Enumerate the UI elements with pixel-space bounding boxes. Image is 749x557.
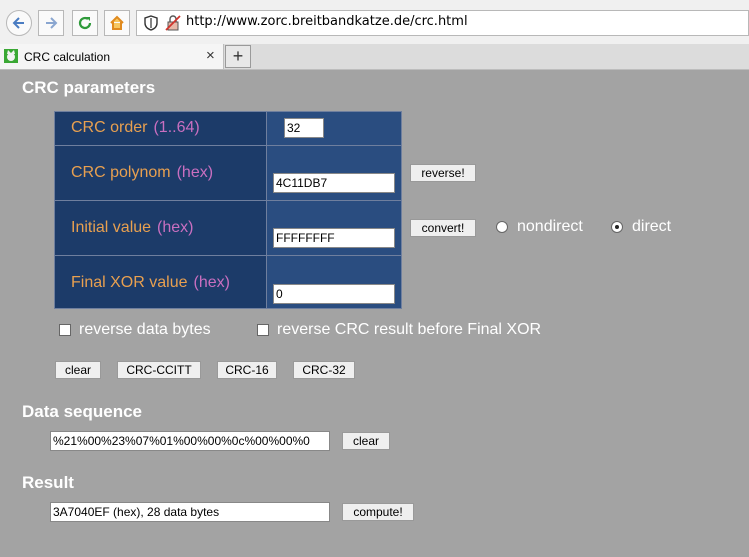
insecure-lock-icon[interactable] — [165, 15, 181, 31]
preset-crc-32-button[interactable]: CRC-32 — [293, 361, 355, 379]
crc-polynom-input[interactable] — [273, 173, 395, 193]
final-xor-label: Final XOR value — [71, 274, 188, 291]
reverse-data-bytes-label: reverse data bytes — [79, 321, 211, 338]
tab-crc-calculation[interactable]: CRC calculation × — [0, 44, 224, 69]
nondirect-radio[interactable] — [496, 221, 508, 233]
home-icon — [110, 15, 124, 30]
browser-toolbar: http://www.zorc.breitbandkatze.de/crc.ht… — [0, 0, 749, 45]
initial-value-input[interactable] — [273, 228, 395, 248]
forward-arrow-icon — [46, 17, 58, 29]
home-button[interactable] — [104, 10, 130, 36]
cat-favicon-icon — [4, 49, 18, 63]
tab-title: CRC calculation — [24, 50, 111, 64]
crc-order-input[interactable] — [284, 118, 324, 138]
reverse-data-bytes-checkbox[interactable] — [59, 324, 71, 336]
data-sequence-heading: Data sequence — [22, 402, 142, 421]
final-xor-unit: (hex) — [193, 274, 230, 291]
result-output[interactable] — [50, 502, 330, 522]
reverse-crc-result-checkbox[interactable] — [257, 324, 269, 336]
back-button[interactable] — [6, 10, 32, 36]
reload-button[interactable] — [72, 10, 98, 36]
reload-icon — [78, 16, 92, 30]
compute-button[interactable]: compute! — [342, 503, 414, 521]
final-xor-input[interactable] — [273, 284, 395, 304]
tab-close-icon[interactable]: × — [206, 47, 215, 64]
crc-polynom-label: CRC polynom — [71, 164, 171, 181]
crc-parameters-table: CRC order (1..64) CRC polynom (hex) Initia… — [54, 111, 402, 309]
convert-button[interactable]: convert! — [410, 219, 476, 237]
crc-order-unit: (1..64) — [153, 119, 200, 136]
preset-clear-button[interactable]: clear — [55, 361, 101, 379]
reverse-button[interactable]: reverse! — [410, 164, 476, 182]
crc-parameters-heading: CRC parameters — [22, 78, 156, 97]
initial-value-unit: (hex) — [157, 219, 194, 236]
preset-crc-16-button[interactable]: CRC-16 — [217, 361, 277, 379]
data-sequence-input[interactable] — [50, 431, 330, 451]
tab-strip: CRC calculation × + — [0, 44, 749, 70]
crc-polynom-unit: (hex) — [176, 164, 214, 181]
initial-value-label: Initial value — [71, 219, 152, 236]
forward-button[interactable] — [38, 10, 64, 36]
crc-polynom-row: CRC polynom (hex) — [55, 146, 401, 201]
reverse-crc-result-label: reverse CRC result before Final XOR — [277, 321, 542, 338]
nondirect-label: nondirect — [517, 218, 583, 235]
direct-radio[interactable] — [611, 221, 623, 233]
preset-crc-ccitt-button[interactable]: CRC-CCITT — [117, 361, 201, 379]
data-sequence-clear-button[interactable]: clear — [342, 432, 390, 450]
url-text[interactable]: http://www.zorc.breitbandkatze.de/crc.ht… — [186, 14, 468, 29]
crc-order-row: CRC order (1..64) — [55, 112, 401, 146]
new-tab-button[interactable]: + — [225, 45, 251, 68]
final-xor-row: Final XOR value (hex) — [55, 256, 401, 308]
initial-value-row: Initial value (hex) — [55, 201, 401, 256]
crc-order-label: CRC order — [71, 119, 148, 136]
back-arrow-icon — [12, 17, 24, 29]
shield-icon[interactable] — [143, 15, 159, 31]
direct-label: direct — [632, 218, 672, 235]
result-heading: Result — [22, 473, 74, 492]
